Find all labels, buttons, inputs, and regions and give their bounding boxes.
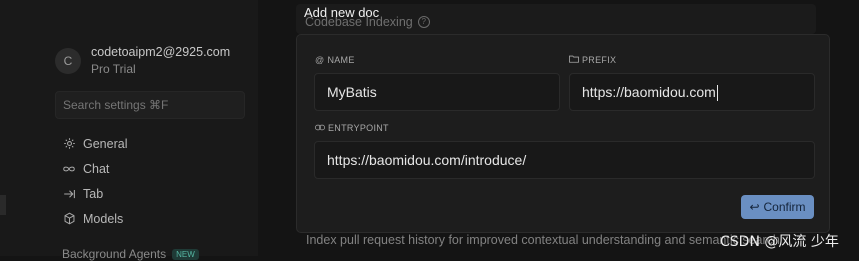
name-value: MyBatis	[327, 84, 377, 100]
tab-arrow-icon	[62, 187, 76, 201]
name-label-text: NAME	[327, 55, 355, 65]
window-edge	[0, 195, 6, 215]
nav-label: Tab	[83, 186, 104, 201]
nav-label: General	[83, 136, 128, 151]
nav-item-background-agents[interactable]: Background Agents NEW	[62, 247, 199, 261]
at-icon: @	[315, 55, 325, 65]
entrypoint-field[interactable]: https://baomidou.com/introduce/	[314, 141, 815, 179]
confirm-button[interactable]: ↩ Confirm	[741, 195, 814, 219]
search-settings-input[interactable]	[55, 91, 245, 119]
entrypoint-label: ENTRYPOINT	[315, 123, 389, 133]
nav-item-chat[interactable]: Chat	[62, 156, 127, 181]
folder-icon	[569, 55, 579, 65]
settings-nav: General Chat Tab Models	[62, 131, 127, 231]
nav-item-tab[interactable]: Tab	[62, 181, 127, 206]
link-icon	[315, 123, 325, 133]
name-label: @ NAME	[315, 55, 355, 65]
account-email: codetoaipm2@2925.com	[91, 45, 231, 59]
nav-item-models[interactable]: Models	[62, 206, 127, 231]
dialog-title: Add new doc	[304, 5, 380, 20]
confirm-label: Confirm	[763, 200, 806, 214]
text-caret	[716, 85, 718, 102]
watermark: CSDN @风流 少年	[720, 234, 839, 250]
cube-icon	[62, 212, 76, 226]
entrypoint-label-text: ENTRYPOINT	[328, 123, 389, 133]
infinity-icon	[62, 162, 76, 176]
pr-history-description: Index pull request history for improved …	[306, 233, 780, 247]
settings-sidebar: C codetoaipm2@2925.com Pro Trial General…	[0, 0, 258, 261]
account-plan: Pro Trial	[91, 62, 136, 76]
name-field[interactable]: MyBatis	[314, 73, 560, 111]
nav-label: Background Agents	[62, 247, 167, 261]
return-icon: ↩	[749, 200, 760, 214]
account-info: C codetoaipm2@2925.com Pro Trial	[55, 44, 230, 78]
entrypoint-value: https://baomidou.com/introduce/	[327, 152, 527, 168]
new-badge: NEW	[172, 248, 199, 260]
prefix-label: PREFIX	[569, 55, 616, 65]
prefix-field[interactable]: https://baomidou.com	[569, 73, 815, 111]
gear-icon	[62, 137, 76, 151]
prefix-value: https://baomidou.com	[582, 84, 716, 100]
prefix-label-text: PREFIX	[582, 55, 617, 65]
nav-item-general[interactable]: General	[62, 131, 127, 156]
nav-label: Models	[83, 211, 124, 226]
nav-label: Chat	[83, 161, 110, 176]
info-icon[interactable]: ?	[417, 16, 430, 28]
avatar: C	[55, 48, 81, 74]
